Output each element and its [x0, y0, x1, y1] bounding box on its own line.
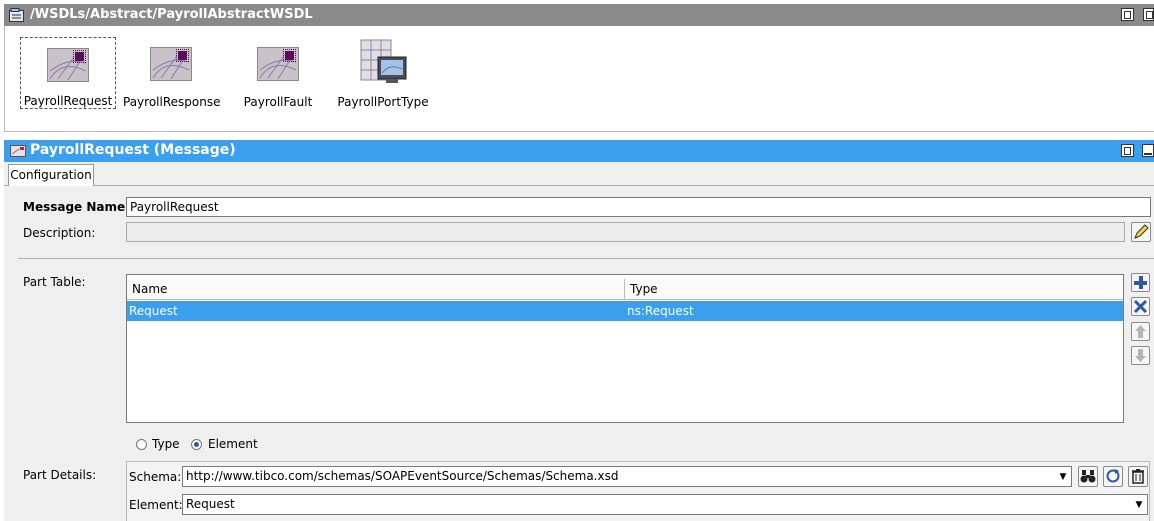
- table-row[interactable]: Request ns:Request: [127, 301, 1123, 321]
- message-name-label: Message Name:: [23, 200, 130, 214]
- wsdl-item-label: PayrollRequest: [23, 94, 113, 108]
- message-icon: [257, 47, 299, 81]
- wsdl-items-panel: PayrollRequest PayrollResponse PayrollFa…: [4, 26, 1154, 132]
- pencil-icon: [1134, 224, 1149, 239]
- wsdl-item-label: PayrollFault: [243, 95, 313, 109]
- wsdl-item-payroll-request[interactable]: PayrollRequest: [20, 37, 116, 109]
- element-combo[interactable]: Request ▼: [182, 494, 1148, 515]
- part-table: Name Type Request ns:Request: [126, 274, 1124, 423]
- schema-combo[interactable]: http://www.tibco.com/schemas/SOAPEventSo…: [182, 466, 1072, 487]
- arrow-up-icon: [1135, 325, 1146, 338]
- message-icon: [47, 48, 89, 82]
- section-separator: [18, 258, 1154, 259]
- trash-icon: [1132, 469, 1144, 484]
- message-icon: [150, 47, 192, 81]
- wsdl-item-label: PayrollResponse: [123, 95, 221, 109]
- schema-label: Schema:: [129, 470, 182, 484]
- plus-icon: [1134, 276, 1147, 289]
- part-type-cell: ns:Request: [627, 304, 694, 318]
- maximize-button[interactable]: [1143, 8, 1154, 21]
- wsdl-title-bar: /WSDLs/Abstract/PayrollAbstractWSDL: [4, 4, 1154, 26]
- element-radio-label: Element: [208, 437, 258, 451]
- wsdl-item-payroll-fault[interactable]: PayrollFault: [230, 37, 326, 109]
- wsdl-item-payroll-port-type[interactable]: PayrollPortType: [335, 37, 431, 109]
- arrow-down-icon: [1135, 349, 1146, 362]
- message-small-icon: [10, 145, 26, 157]
- message-name-field[interactable]: PayrollRequest: [126, 197, 1151, 217]
- edit-description-button[interactable]: [1131, 222, 1151, 242]
- move-up-button[interactable]: [1131, 322, 1150, 341]
- part-table-label: Part Table:: [23, 275, 86, 289]
- schema-value: http://www.tibco.com/schemas/SOAPEventSo…: [186, 469, 619, 483]
- browse-schema-button[interactable]: [1078, 466, 1098, 487]
- type-radio[interactable]: [136, 439, 147, 450]
- clear-schema-button[interactable]: [1128, 466, 1148, 487]
- binoculars-icon: [1080, 470, 1096, 483]
- delete-x-icon: [1133, 299, 1148, 314]
- move-down-button[interactable]: [1131, 346, 1150, 365]
- delete-part-button[interactable]: [1131, 297, 1150, 316]
- part-details-label: Part Details:: [23, 468, 97, 482]
- element-radio[interactable]: [191, 439, 202, 450]
- description-field[interactable]: [126, 222, 1125, 242]
- column-header-type[interactable]: Type: [625, 279, 1123, 300]
- element-label: Element:: [129, 498, 183, 512]
- tab-strip-divider: [4, 185, 1154, 186]
- wsdl-folder-icon: [9, 8, 24, 22]
- wsdl-item-label: PayrollPortType: [337, 95, 429, 109]
- message-title-bar: PayrollRequest (Message): [4, 140, 1154, 162]
- message-panel-title: PayrollRequest (Message): [30, 142, 236, 158]
- port-type-icon: [360, 39, 407, 83]
- chevron-down-icon[interactable]: ▼: [1131, 496, 1147, 514]
- chevron-down-icon[interactable]: ▼: [1055, 468, 1071, 486]
- restore-button[interactable]: [1121, 8, 1134, 21]
- refresh-icon: [1106, 469, 1120, 483]
- wsdl-path-title: /WSDLs/Abstract/PayrollAbstractWSDL: [30, 7, 313, 22]
- part-name-cell: Request: [129, 304, 178, 318]
- element-value: Request: [186, 497, 235, 511]
- add-part-button[interactable]: [1131, 273, 1150, 292]
- description-label: Description:: [23, 226, 96, 240]
- tab-configuration[interactable]: Configuration: [8, 164, 94, 186]
- type-radio-label: Type: [152, 437, 180, 451]
- restore-button[interactable]: [1121, 144, 1134, 157]
- minimize-button[interactable]: [1142, 144, 1154, 157]
- refresh-schema-button[interactable]: [1103, 466, 1123, 487]
- column-header-name[interactable]: Name: [127, 279, 625, 300]
- wsdl-item-payroll-response[interactable]: PayrollResponse: [123, 37, 221, 109]
